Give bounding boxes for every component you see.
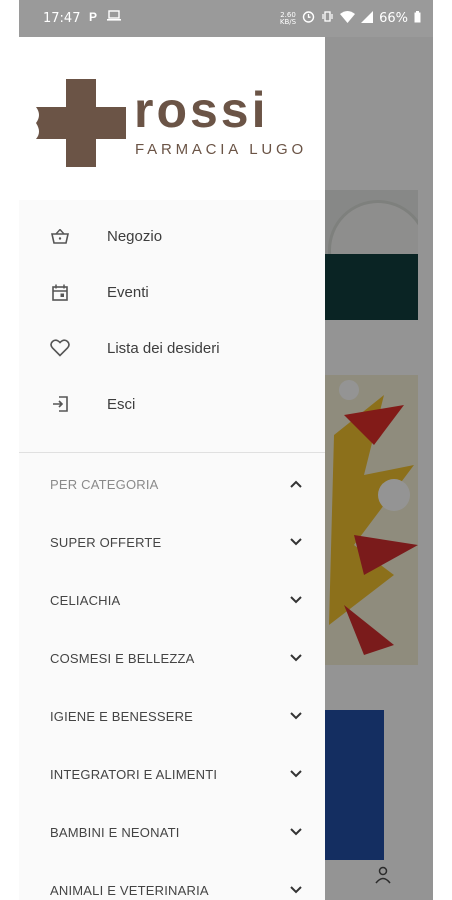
chevron-down-icon (290, 712, 302, 720)
menu-item-label: Lista dei desideri (107, 339, 220, 357)
status-bar: 17:47 P 2.60 KB/S 66% (19, 0, 433, 37)
category-header[interactable]: PER CATEGORIA (19, 455, 325, 513)
menu-divider (19, 452, 325, 453)
category-label: ANIMALI E VETERINARIA (50, 882, 209, 898)
category-item-bambini-e-neonati[interactable]: BAMBINI E NEONATI (19, 803, 325, 861)
category-label: IGIENE E BENESSERE (50, 708, 194, 724)
status-time: 17:47 (43, 11, 81, 26)
network-speed: 2.60 KB/S (279, 11, 297, 26)
chevron-down-icon (290, 828, 302, 836)
category-item-cosmesi-e-bellezza[interactable]: COSMESI E BELLEZZA (19, 629, 325, 687)
category-item-integratori-e-alimenti[interactable]: INTEGRATORI E ALIMENTI (19, 745, 325, 803)
chevron-down-icon (290, 654, 302, 662)
signal-icon (361, 10, 374, 27)
brand-name: rossi (134, 82, 269, 138)
battery-level: 66% (379, 11, 408, 26)
category-item-celiachia[interactable]: CELIACHIA (19, 571, 325, 629)
heart-icon (50, 338, 70, 358)
network-speed-unit: KB/S (279, 17, 297, 26)
category-header-label: PER CATEGORIA (50, 476, 159, 492)
menu-item-wishlist[interactable]: Lista dei desideri (19, 320, 325, 376)
laptop-notification-icon (107, 10, 121, 25)
brand-subtitle: FARMACIA LUGO (135, 141, 307, 158)
brand-logo: rossi FARMACIA LUGO (34, 77, 314, 169)
category-item-animali-e-veterinaria[interactable]: ANIMALI E VETERINARIA (19, 861, 325, 900)
chevron-down-icon (290, 886, 302, 894)
menu-item-esci[interactable]: Esci (19, 376, 325, 432)
profile-icon[interactable] (374, 866, 392, 884)
menu-item-label: Eventi (107, 283, 149, 301)
category-label: BAMBINI E NEONATI (50, 824, 180, 840)
calendar-icon (50, 282, 70, 302)
category-label: SUPER OFFERTE (50, 534, 162, 550)
chevron-up-icon (290, 480, 302, 488)
navigation-drawer: rossi FARMACIA LUGO Negozio Eventi Lista… (19, 37, 325, 900)
wifi-icon (340, 10, 356, 27)
drawer-menu: Negozio Eventi Lista dei desideri Esci P… (19, 200, 325, 900)
menu-item-eventi[interactable]: Eventi (19, 264, 325, 320)
category-label: CELIACHIA (50, 592, 121, 608)
vibrate-icon (321, 10, 334, 27)
menu-item-label: Esci (107, 395, 136, 413)
chevron-down-icon (290, 596, 302, 604)
menu-item-label: Negozio (107, 227, 163, 245)
category-label: COSMESI E BELLEZZA (50, 650, 195, 666)
category-item-igiene-e-benessere[interactable]: IGIENE E BENESSERE (19, 687, 325, 745)
battery-icon (414, 10, 421, 27)
cross-logo-icon (36, 79, 126, 167)
phone-screen: 17:47 P 2.60 KB/S 66% rossi FARMACIA LUG… (19, 0, 433, 900)
chevron-down-icon (290, 770, 302, 778)
basket-icon (50, 226, 70, 246)
category-label: INTEGRATORI E ALIMENTI (50, 766, 218, 782)
parking-notification-icon: P (89, 10, 98, 24)
category-item-super-offerte[interactable]: SUPER OFFERTE (19, 513, 325, 571)
menu-item-negozio[interactable]: Negozio (19, 208, 325, 264)
chevron-down-icon (290, 538, 302, 546)
logout-icon (50, 394, 70, 414)
alarm-icon (302, 10, 315, 27)
